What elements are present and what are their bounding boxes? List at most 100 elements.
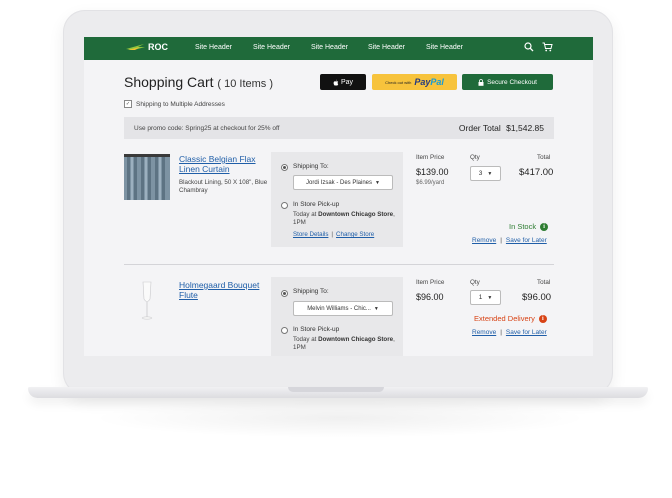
- shipping-address-value: Jordi Izsak - Des Plaines: [306, 179, 373, 186]
- qty-header: Qty: [470, 279, 480, 286]
- total-header: Total: [537, 279, 551, 286]
- item-actions: Remove | Save for Later: [472, 329, 547, 336]
- product-name-link[interactable]: Classic Belgian Flax Linen Curtain: [179, 154, 267, 174]
- logo-wings-icon: [126, 44, 145, 50]
- pickup-radio[interactable]: [281, 202, 288, 209]
- store-details-link[interactable]: Store Details: [293, 231, 328, 238]
- multi-address-label: Shipping to Multiple Addresses: [136, 100, 225, 108]
- stock-status-text: In Stock: [509, 222, 537, 231]
- fulfillment-options: Shipping To: Melvin Williams - Chic... ▼…: [271, 277, 403, 356]
- stock-status: In Stock i: [509, 222, 549, 231]
- nav-item-4[interactable]: Site Header: [368, 44, 405, 51]
- laptop-notch: [288, 387, 384, 392]
- nav-item-2[interactable]: Site Header: [253, 44, 290, 51]
- qty-value: 3: [478, 170, 483, 177]
- remove-link[interactable]: Remove: [472, 237, 496, 244]
- separator: |: [331, 231, 334, 238]
- save-for-later-link[interactable]: Save for Later: [506, 237, 547, 244]
- nav-item-5[interactable]: Site Header: [426, 44, 463, 51]
- shipping-address-value: Melvin Williams - Chic...: [307, 305, 371, 312]
- item-divider: [124, 264, 554, 265]
- qty-value: 1: [478, 294, 483, 301]
- apple-pay-label: Pay: [340, 78, 354, 86]
- order-total-value: $1,542.85: [506, 123, 544, 133]
- champagne-flute-image[interactable]: [124, 279, 170, 325]
- page-title-text: Shopping Cart: [124, 74, 214, 90]
- pickup-prefix: Today at: [293, 336, 317, 343]
- paypal-prefix: Check out with: [385, 79, 412, 85]
- pickup-details: Today at Downtown Chicago Store, 1PM: [293, 211, 403, 227]
- laptop-screen: ROC Site Header Site Header Site Header …: [84, 37, 593, 356]
- lock-icon: [478, 78, 484, 86]
- item-total: $96.00: [522, 292, 552, 303]
- separator: |: [500, 237, 502, 244]
- stock-status-text: Extended Delivery: [474, 314, 535, 323]
- secure-checkout-button[interactable]: Secure Checkout: [462, 74, 553, 90]
- shipping-address-select[interactable]: Jordi Izsak - Des Plaines ▼: [293, 175, 393, 190]
- qty-header: Qty: [470, 154, 480, 161]
- logo[interactable]: ROC: [126, 42, 168, 52]
- product-name-link[interactable]: Holmegaard Bouquet Flute: [179, 280, 267, 300]
- separator: |: [500, 329, 502, 336]
- paypal-logo-a: Pay: [414, 77, 431, 87]
- shipping-radio[interactable]: [281, 164, 288, 171]
- shipping-address-select[interactable]: Melvin Williams - Chic... ▼: [293, 301, 393, 316]
- laptop-shadow: [90, 398, 590, 438]
- curtain-image[interactable]: [124, 154, 170, 200]
- chevron-down-icon: ▼: [375, 179, 380, 186]
- pickup-label: In Store Pick-up: [293, 326, 340, 333]
- logo-text: ROC: [148, 42, 168, 52]
- pickup-label: In Store Pick-up: [293, 201, 340, 208]
- fulfillment-options: Shipping To: Jordi Izsak - Des Plaines ▼…: [271, 152, 403, 247]
- store-links: Store Details | Change Store: [293, 231, 374, 238]
- chevron-down-icon: ▼: [373, 305, 379, 312]
- chevron-down-icon: ▼: [487, 170, 493, 177]
- item-price-header: Item Price: [416, 154, 445, 161]
- shipping-radio[interactable]: [281, 290, 288, 297]
- cart-icon[interactable]: [542, 42, 553, 52]
- apple-icon: [333, 79, 339, 86]
- shipping-to-label: Shipping To:: [293, 163, 329, 170]
- multi-address-checkbox[interactable]: ✓: [124, 100, 132, 108]
- shipping-to-label: Shipping To:: [293, 288, 329, 295]
- save-for-later-link[interactable]: Save for Later: [506, 329, 547, 336]
- item-actions: Remove | Save for Later: [472, 237, 547, 244]
- site-header: ROC Site Header Site Header Site Header …: [84, 37, 593, 60]
- remove-link[interactable]: Remove: [472, 329, 496, 336]
- stock-status: Extended Delivery i: [474, 314, 547, 323]
- cart-item: Holmegaard Bouquet Flute Shipping To: Me…: [124, 277, 554, 356]
- multi-address-option[interactable]: ✓ Shipping to Multiple Addresses: [124, 100, 225, 108]
- search-icon[interactable]: [524, 42, 534, 52]
- item-count: ( 10 Items ): [217, 78, 274, 90]
- item-price-header: Item Price: [416, 279, 445, 286]
- qty-select[interactable]: 1 ▼: [470, 290, 501, 305]
- pickup-prefix: Today at: [293, 211, 317, 218]
- pickup-details: Today at Downtown Chicago Store, 1PM: [293, 336, 403, 352]
- pickup-radio[interactable]: [281, 327, 288, 334]
- item-price: $96.00: [416, 292, 444, 302]
- change-store-link[interactable]: Change Store: [336, 231, 374, 238]
- product-description: Blackout Lining, 50 X 108", Blue Chambra…: [179, 179, 268, 194]
- unit-price: $6.99/yard: [416, 180, 445, 186]
- paypal-button[interactable]: Check out with PayPal: [372, 74, 457, 90]
- cart-item: Classic Belgian Flax Linen Curtain Black…: [124, 152, 554, 264]
- info-icon[interactable]: i: [540, 222, 549, 231]
- nav-item-1[interactable]: Site Header: [195, 44, 232, 51]
- pickup-store: Downtown Chicago Store: [318, 211, 394, 218]
- info-icon[interactable]: i: [538, 314, 547, 323]
- total-header: Total: [537, 154, 551, 161]
- order-total: Order Total $1,542.85: [459, 123, 544, 133]
- pickup-store: Downtown Chicago Store: [318, 336, 394, 343]
- item-price: $139.00: [416, 167, 449, 177]
- qty-select[interactable]: 3 ▼: [470, 166, 501, 181]
- paypal-logo-b: Pal: [430, 77, 444, 87]
- item-total: $417.00: [519, 167, 554, 178]
- nav-item-3[interactable]: Site Header: [311, 44, 348, 51]
- paypal-logo: PayPal: [414, 77, 444, 87]
- page-title: Shopping Cart ( 10 Items ): [124, 74, 273, 90]
- apple-pay-button[interactable]: Pay: [320, 74, 366, 90]
- secure-checkout-label: Secure Checkout: [487, 78, 537, 86]
- chevron-down-icon: ▼: [487, 294, 493, 301]
- promo-text: Use promo code: Spring25 at checkout for…: [134, 125, 280, 132]
- promo-bar: Use promo code: Spring25 at checkout for…: [124, 117, 554, 139]
